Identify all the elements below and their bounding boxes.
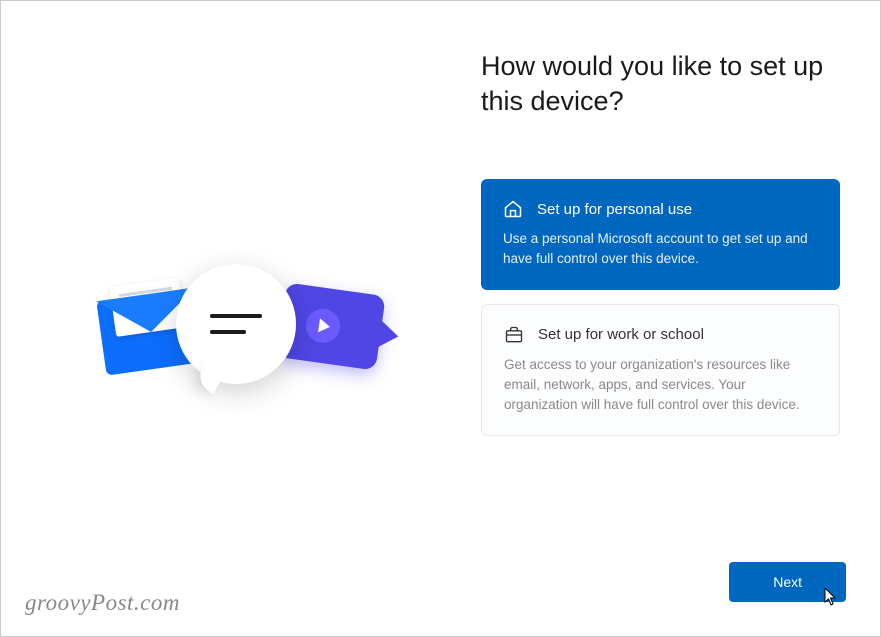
option-work-school[interactable]: Set up for work or school Get access to … [481,304,840,437]
chat-bubble-icon [176,264,296,384]
page-title: How would you like to set up this device… [481,49,840,119]
option-personal-use[interactable]: Set up for personal use Use a personal M… [481,179,840,290]
setup-illustration [81,249,381,429]
option-personal-title: Set up for personal use [537,201,692,218]
option-personal-description: Use a personal Microsoft account to get … [503,229,818,270]
option-work-description: Get access to your organization's resour… [504,355,817,416]
watermark-text: groovyPost.com [25,590,180,616]
option-work-title: Set up for work or school [538,326,704,343]
home-icon [503,199,523,219]
briefcase-icon [504,325,524,345]
next-button[interactable]: Next [729,562,846,602]
illustration-panel [1,1,461,636]
content-panel: How would you like to set up this device… [461,1,880,636]
